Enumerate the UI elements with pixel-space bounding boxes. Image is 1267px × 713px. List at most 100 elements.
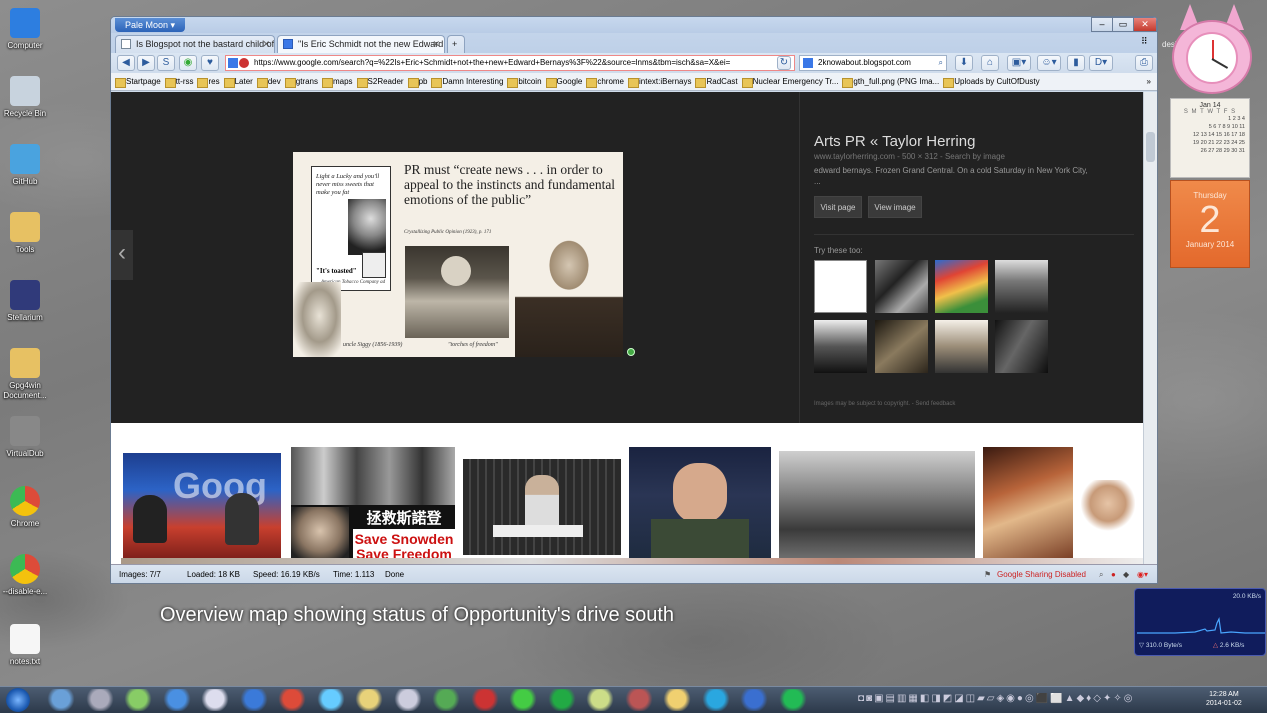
result-image-general[interactable] xyxy=(629,447,771,566)
globe-icon[interactable] xyxy=(238,689,269,711)
clock-gadget[interactable] xyxy=(1172,4,1252,94)
bookmark-item[interactable]: RadCast xyxy=(695,73,738,90)
notes-icon[interactable] xyxy=(354,689,384,711)
addon-icon[interactable]: ◉ xyxy=(179,55,197,71)
addon3-icon[interactable]: ☺▾ xyxy=(1037,55,1061,71)
close-tab-icon[interactable]: ✕ xyxy=(262,36,270,52)
search-field[interactable]: 2knowabout.blogspot.com ⌕ xyxy=(799,55,947,71)
minimize-button[interactable]: – xyxy=(1091,17,1113,32)
thunderbird-icon[interactable] xyxy=(315,689,346,711)
bookmark-item[interactable]: chrome xyxy=(586,73,624,90)
suggestion-thumbnail[interactable] xyxy=(995,320,1048,373)
desktop-shortcut[interactable]: VirtualDub xyxy=(0,416,50,459)
bookmark-item[interactable]: pb xyxy=(407,73,427,90)
network-meter-gadget[interactable]: 20.0 KB/s ▽ 310.0 Byte/s △ 2.6 KB/s xyxy=(1134,588,1266,656)
bookmark-item[interactable]: Later xyxy=(223,73,253,90)
bookmark-item[interactable]: maps xyxy=(321,73,353,90)
desktop-shortcut[interactable]: notes.txt xyxy=(0,624,50,667)
bookmark-item[interactable]: Uploads by CultOfDusty xyxy=(943,73,1040,90)
addon-status-icon[interactable]: ◉▾ xyxy=(1137,565,1148,583)
download-icon[interactable]: ⬇ xyxy=(955,55,973,71)
bookmark-item[interactable]: intext:iBernays xyxy=(628,73,691,90)
chrome-icon[interactable] xyxy=(277,689,307,711)
app-icon[interactable] xyxy=(623,689,654,711)
app-menu-button[interactable]: Pale Moon ▾ xyxy=(115,18,185,32)
stumble-icon[interactable]: S xyxy=(157,55,175,71)
desktop-shortcut[interactable]: --disable-e... xyxy=(0,554,50,597)
folder-icon[interactable] xyxy=(662,689,692,711)
addon-status-icon[interactable]: ● xyxy=(1111,565,1116,583)
suggestion-thumbnail[interactable] xyxy=(875,320,928,373)
ie-icon[interactable] xyxy=(161,689,192,711)
date-gadget[interactable]: Thursday 2 January 2014 xyxy=(1170,180,1250,268)
desktop-shortcut[interactable]: Chrome xyxy=(0,486,50,529)
result-image-painting[interactable] xyxy=(983,447,1073,566)
suggestion-thumbnail[interactable] xyxy=(935,260,988,313)
bookmark-item[interactable]: dev xyxy=(256,73,281,90)
bookmark-item[interactable]: gth_full.png (PNG Ima... xyxy=(842,73,939,90)
result-image-piano[interactable] xyxy=(463,459,621,555)
bookmark-item[interactable]: tt-rss xyxy=(164,73,193,90)
previous-image-button[interactable]: ‹ xyxy=(111,230,133,280)
bookmark-item[interactable]: bitcoin xyxy=(507,73,542,90)
desktop-shortcut[interactable]: Stellarium xyxy=(0,280,50,323)
page-scrollbar[interactable] xyxy=(1143,92,1157,566)
camera-icon[interactable] xyxy=(84,689,115,711)
window-icon[interactable] xyxy=(777,689,808,711)
similar-images-icon[interactable] xyxy=(627,348,635,356)
preview-image[interactable]: Light a Lucky and you'll never miss swee… xyxy=(293,152,623,357)
search-icon[interactable]: ⌕ xyxy=(1099,565,1103,583)
close-tab-icon[interactable]: ✕ xyxy=(432,36,440,52)
python-icon[interactable] xyxy=(508,689,538,711)
print-icon[interactable]: ⎙ xyxy=(1135,55,1153,71)
bookmark-item[interactable]: Damn Interesting xyxy=(431,73,503,90)
skype-icon[interactable] xyxy=(700,689,731,711)
lock-icon[interactable] xyxy=(200,689,230,711)
more-bookmarks-icon[interactable]: » xyxy=(1147,73,1151,90)
result-image-obama-google[interactable]: Goog xyxy=(123,453,281,559)
result-image-crowd[interactable] xyxy=(779,451,975,563)
suggestion-thumbnail[interactable] xyxy=(875,260,928,313)
tab-list-icon[interactable]: ⠿ xyxy=(1141,36,1148,47)
close-window-button[interactable]: ✕ xyxy=(1133,17,1157,32)
bookmark-item[interactable]: S2Reader xyxy=(356,73,404,90)
addon-status-icon[interactable]: ◆ xyxy=(1123,565,1129,583)
scrollbar-thumb[interactable] xyxy=(1146,132,1155,162)
desktop-shortcut[interactable]: Recycle Bin xyxy=(0,76,50,119)
bookmark-item[interactable]: Google xyxy=(545,73,582,90)
addon4-icon[interactable]: ▮ xyxy=(1067,55,1085,71)
bookmark-item[interactable]: gtrans xyxy=(284,73,318,90)
new-tab-button[interactable]: + xyxy=(447,35,465,53)
remote-icon[interactable] xyxy=(392,689,423,711)
mini-calendar-gadget[interactable]: Jan 14 S M T W T F S 1 2 3 45 6 7 8 9 10… xyxy=(1170,98,1250,178)
maximize-button[interactable]: ▭ xyxy=(1112,17,1134,32)
start-button[interactable] xyxy=(6,688,30,712)
result-image-portrait[interactable] xyxy=(1081,480,1135,532)
app-icon[interactable] xyxy=(739,689,769,711)
visit-page-button[interactable]: Visit page xyxy=(814,196,862,218)
suggestion-thumbnail[interactable] xyxy=(814,260,867,313)
back-button[interactable]: ◀ xyxy=(117,55,135,71)
suggestion-thumbnail[interactable] xyxy=(814,320,867,373)
taskbar-clock[interactable]: 12:28 AM 2014-01-02 xyxy=(1206,690,1242,708)
torrent-icon[interactable] xyxy=(546,689,577,711)
desktop-shortcut[interactable]: Gpg4win Document... xyxy=(0,348,50,401)
desktop-shortcut[interactable]: Computer xyxy=(0,8,50,51)
forward-button[interactable]: ▶ xyxy=(137,55,155,71)
image-title-link[interactable]: Arts PR « Taylor Herring xyxy=(814,133,975,150)
bookmark-item[interactable]: Nuclear Emergency Tr... xyxy=(741,73,838,90)
explorer-icon[interactable] xyxy=(46,689,76,711)
tab-blogspot[interactable]: Is Blogspot not the bastard child of C..… xyxy=(115,35,275,53)
desktop-shortcut[interactable]: GitHub xyxy=(0,144,50,187)
bookmark-item[interactable]: Startpage xyxy=(115,73,161,90)
view-image-button[interactable]: View image xyxy=(868,196,922,218)
addon5-icon[interactable]: D▾ xyxy=(1089,55,1113,71)
google-sharing-status[interactable]: Google Sharing Disabled xyxy=(997,565,1086,583)
result-image-snowden[interactable]: 拯救斯諾登 Save Snowden Save Freedom xyxy=(291,447,455,566)
suggestion-thumbnail[interactable] xyxy=(935,320,988,373)
bookmark-item[interactable]: res xyxy=(197,73,220,90)
reload-icon[interactable]: ↻ xyxy=(777,56,791,70)
system-tray[interactable]: ◘◙▣▤▥▦◧◨◩◪◫▰▱◈◉●◎⬛⬜▲◆♦◇✦✧◎ xyxy=(858,693,1188,707)
tab-google-images[interactable]: "Is Eric Schmidt not the new Edward ... ✕ xyxy=(277,35,445,53)
search-icon[interactable]: ⌕ xyxy=(939,56,943,70)
